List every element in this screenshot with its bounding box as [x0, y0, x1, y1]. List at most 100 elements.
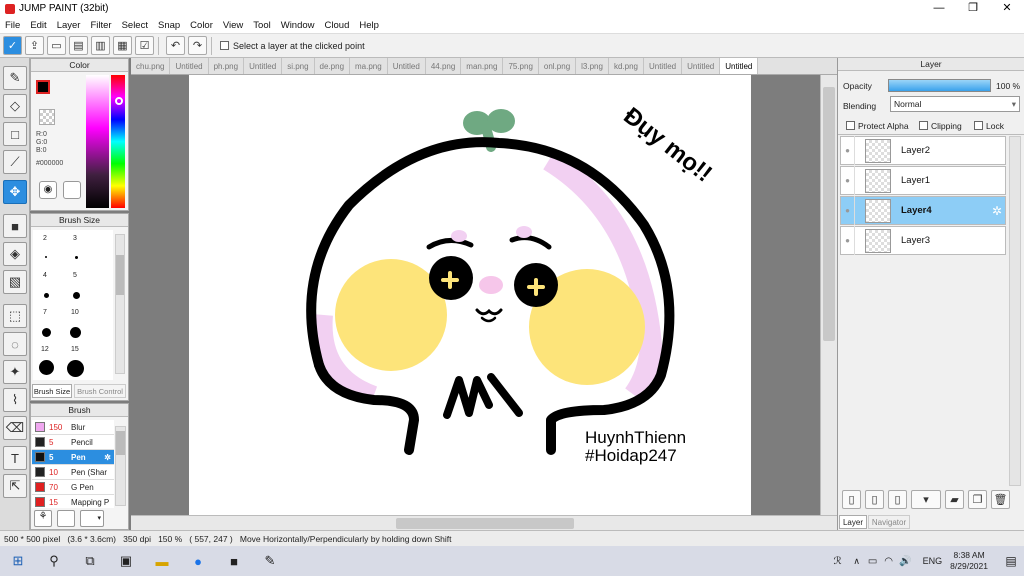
document-icon[interactable]: ▥ — [91, 36, 110, 55]
opera-icon[interactable]: ■ — [216, 546, 252, 576]
copy-layer-icon[interactable]: ▯ — [865, 490, 884, 509]
color-set-icon[interactable] — [63, 181, 81, 199]
wifi-icon[interactable]: ◠ — [881, 546, 897, 576]
maximize-button[interactable]: ❐ — [956, 0, 990, 17]
brush-item[interactable]: 150 Blur — [32, 420, 114, 435]
layer-row-selected[interactable]: ● Layer4 ✲ — [840, 196, 1006, 225]
redo-icon[interactable]: ↷ — [188, 36, 207, 55]
menu-file[interactable]: File — [5, 20, 20, 31]
cloud-sync-icon[interactable]: ✓ — [3, 36, 22, 55]
opacity-slider[interactable] — [888, 79, 991, 92]
people-icon[interactable]: ℛ — [827, 546, 849, 576]
text-tool-icon[interactable]: T — [3, 446, 27, 470]
menu-tool[interactable]: Tool — [253, 20, 270, 31]
message-icon[interactable]: ▤ — [69, 36, 88, 55]
size-dot[interactable] — [70, 327, 81, 338]
zalo-icon[interactable]: ● — [180, 546, 216, 576]
fill-rect-tool-icon[interactable]: ■ — [3, 214, 27, 238]
close-button[interactable]: ✕ — [990, 0, 1024, 17]
battery-icon[interactable]: ▭ — [865, 546, 881, 576]
menu-filter[interactable]: Filter — [90, 20, 111, 31]
document-tab[interactable]: man.png — [461, 58, 504, 74]
blending-select[interactable]: Normal ▾ — [890, 96, 1020, 112]
canvas-vertical-scrollbar[interactable] — [820, 75, 837, 515]
document-tab[interactable]: Untitled — [244, 58, 283, 74]
hscroll-thumb[interactable] — [396, 518, 574, 529]
chevron-up-icon[interactable]: ∧ — [849, 546, 865, 576]
document-tab[interactable]: 44.png — [426, 58, 462, 74]
new-brush-icon[interactable] — [57, 510, 75, 527]
folder-icon[interactable]: ▰ — [945, 490, 964, 509]
duplicate-icon[interactable]: ❐ — [968, 490, 987, 509]
select-eraser-icon[interactable]: ⌫ — [3, 416, 27, 440]
brush-item[interactable]: 5 Pen ✲ — [32, 450, 114, 465]
brush-size-scrollbar[interactable] — [115, 234, 125, 374]
select-pen-icon[interactable]: ⌇ — [3, 388, 27, 412]
minimize-button[interactable]: — — [922, 0, 956, 17]
size-dot[interactable] — [45, 256, 47, 258]
volume-icon[interactable]: 🔊 — [897, 546, 915, 576]
document-tab[interactable]: Untitled — [388, 58, 426, 74]
lasso-icon[interactable]: ◌ — [3, 332, 27, 356]
brush-item[interactable]: 5 Pencil — [32, 435, 114, 450]
size-dot[interactable] — [73, 292, 80, 299]
operation-tool-icon[interactable]: ⇱ — [3, 474, 27, 498]
undo-icon[interactable]: ↶ — [166, 36, 185, 55]
menu-color[interactable]: Color — [190, 20, 213, 31]
tab-navigator[interactable]: Navigator — [868, 515, 910, 529]
menu-select[interactable]: Select — [122, 20, 148, 31]
document-tab[interactable]: kd.png — [609, 58, 644, 74]
layer-scrollbar[interactable] — [1009, 136, 1021, 486]
hue-handle[interactable] — [115, 97, 123, 105]
menu-window[interactable]: Window — [281, 20, 315, 31]
transparent-swatch[interactable] — [39, 109, 55, 125]
layout-icon[interactable]: ▦ — [113, 36, 132, 55]
brush-item[interactable]: 70 G Pen — [32, 480, 114, 495]
document-tab[interactable]: si.png — [282, 58, 315, 74]
menu-layer[interactable]: Layer — [57, 20, 81, 31]
foreground-color-swatch[interactable] — [36, 80, 50, 94]
drawing-canvas[interactable]: Đụy mọ!! HuynhThienn #Hoidap247 — [189, 75, 751, 515]
document-tab[interactable]: Untitled — [644, 58, 683, 74]
brush-item[interactable]: 10 Pen (Shar — [32, 465, 114, 480]
size-dot[interactable] — [44, 293, 49, 298]
gear-icon[interactable]: ✲ — [104, 453, 111, 462]
eraser-tool-icon[interactable]: ◇ — [3, 94, 27, 118]
document-tab[interactable]: Untitled — [170, 58, 209, 74]
visibility-icon[interactable]: ● — [841, 166, 855, 195]
windows-start-icon[interactable]: ⊞ — [0, 546, 36, 576]
delete-layer-icon[interactable]: 🗑 — [991, 490, 1010, 509]
layer-row[interactable]: ● Layer2 — [840, 136, 1006, 165]
add-brush-icon[interactable]: ⚘ — [34, 510, 52, 527]
menu-help[interactable]: Help — [359, 20, 379, 31]
document-tab[interactable]: Untitled — [682, 58, 721, 74]
select-rect-icon[interactable]: ⬚ — [3, 304, 27, 328]
menu-edit[interactable]: Edit — [30, 20, 46, 31]
size-dot[interactable] — [39, 360, 54, 375]
protect-alpha-checkbox[interactable] — [846, 121, 855, 130]
document-tab[interactable]: l3.png — [576, 58, 609, 74]
vscroll-thumb[interactable] — [823, 87, 835, 341]
rectangle-tool-icon[interactable]: □ — [3, 122, 27, 146]
tab-brush-size[interactable]: Brush Size — [32, 384, 72, 398]
comment-icon[interactable]: ▭ — [47, 36, 66, 55]
gradient-tool-icon[interactable]: ▧ — [3, 270, 27, 294]
document-tab[interactable]: chu.png — [131, 58, 171, 74]
store-icon[interactable]: ▣ — [108, 546, 144, 576]
search-icon[interactable]: ⚲ — [36, 546, 72, 576]
document-tab[interactable]: Untitled — [720, 58, 759, 74]
brush-list-scrollbar[interactable] — [115, 426, 126, 506]
size-dot[interactable] — [75, 256, 78, 259]
layer-row[interactable]: ● Layer1 — [840, 166, 1006, 195]
brush-menu-icon[interactable]: ▾ — [80, 510, 104, 527]
task-view-icon[interactable]: ⧉ — [72, 546, 108, 576]
palette-icon[interactable]: ◉ — [39, 181, 57, 199]
hue-slider[interactable] — [111, 75, 125, 208]
saturation-picker[interactable] — [86, 75, 109, 208]
document-tab[interactable]: ma.png — [350, 58, 388, 74]
move-tool-icon[interactable]: ✥ — [3, 180, 27, 204]
canvas-horizontal-scrollbar[interactable] — [131, 515, 837, 530]
document-tab[interactable]: onl.png — [539, 58, 577, 74]
gear-icon[interactable]: ✲ — [992, 204, 1002, 218]
new-layer-icon[interactable]: ▯ — [842, 490, 861, 509]
